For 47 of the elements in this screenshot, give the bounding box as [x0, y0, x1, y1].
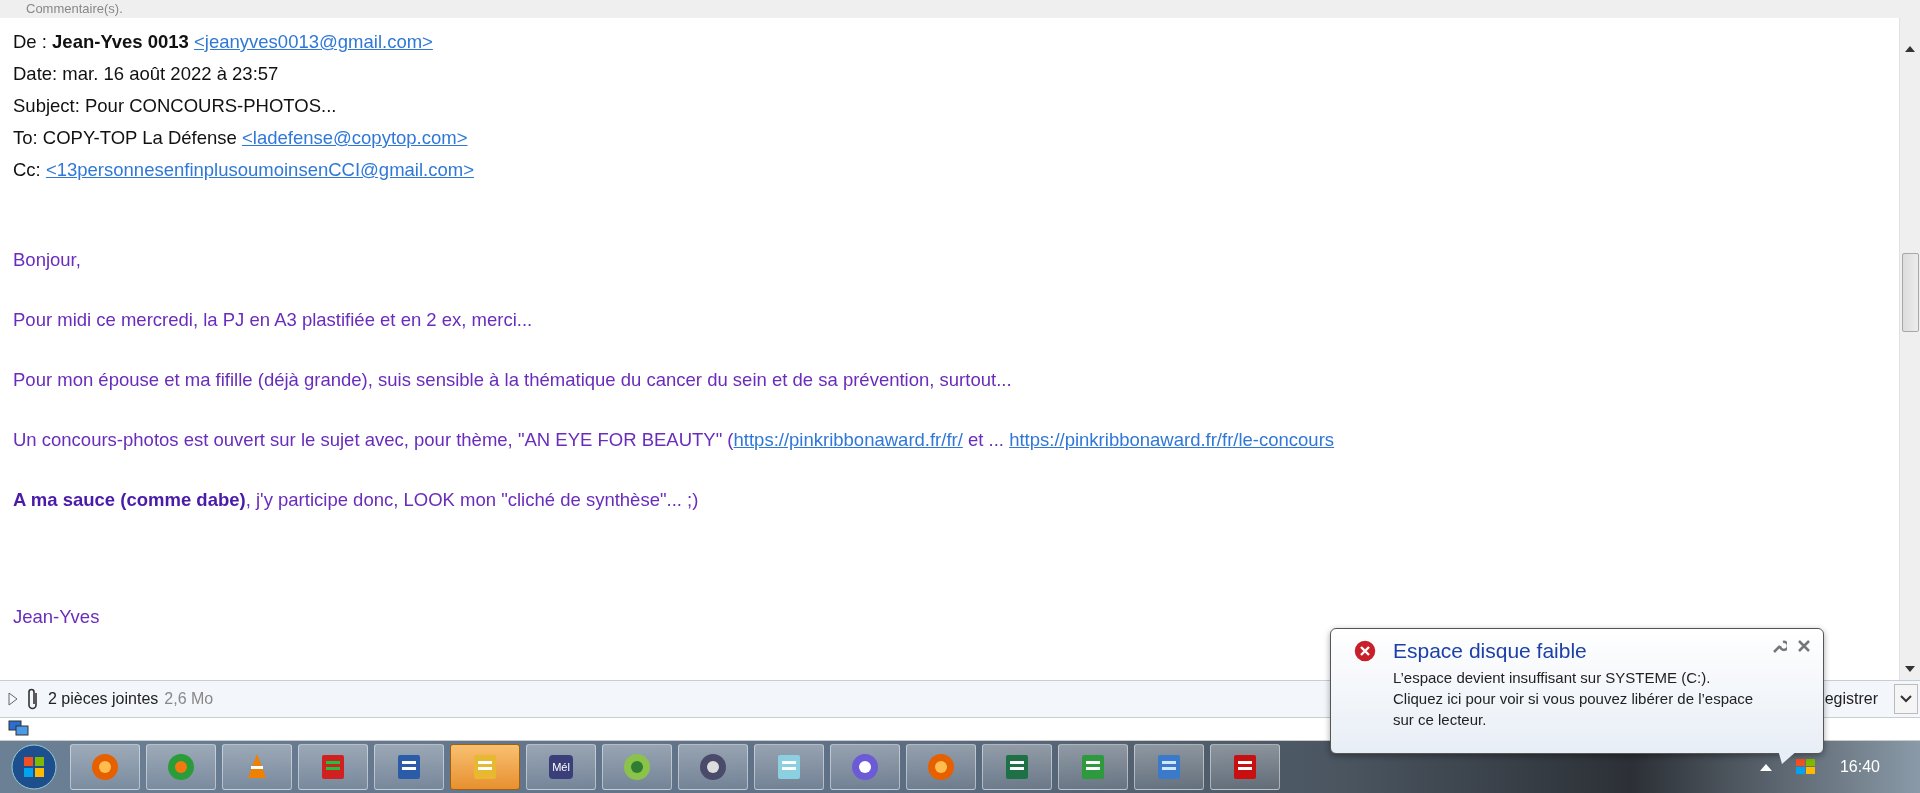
notification-text: Cliquez ici pour voir si vous pouvez libérer de l’espace [1393, 689, 1754, 709]
circle-app-icon [850, 752, 880, 782]
attachments-size: 2,6 Mo [164, 690, 214, 707]
paperclip-icon [26, 687, 40, 711]
email-link[interactable]: <jeanyves0013@gmail.com> [194, 31, 433, 52]
ring-app-icon [166, 752, 196, 782]
email-link[interactable]: https://pinkribbonaward.fr/fr/ [733, 429, 963, 450]
scroll-down-icon[interactable] [1905, 666, 1915, 672]
comments-label[interactable]: Commentaire(s). [12, 1, 123, 17]
notification-balloon[interactable]: Espace disque faible L’espace devient insuffisant sur SYSTEME (C:). Cliquez ici pour voir si vous pouvez libérer de l’espace sur ce lecteur. [1330, 628, 1824, 754]
network-computers-icon[interactable] [8, 720, 30, 738]
header-line: Subject: Pour CONCOURS-PHOTOS... [13, 94, 338, 118]
taskbar-app[interactable] [450, 744, 520, 790]
close-icon[interactable] [1797, 639, 1811, 653]
browser-icon [90, 752, 120, 782]
app-label: Mél [549, 755, 573, 779]
message-paragraph: Pour midi ce mercredi, la PJ en A3 plastifiée et en 2 ex, merci... [13, 308, 534, 332]
save-dropdown-button[interactable] [1894, 684, 1918, 714]
header-line: Cc: <13personnesenfinplusoumoinsenCCI@gmail.com> [13, 158, 475, 182]
balloon-tail [1778, 750, 1798, 764]
notification-text: L’espace devient insuffisant sur SYSTEME (C:). [1393, 668, 1712, 688]
message-paragraph: Jean-Yves [13, 605, 101, 629]
header-line: Date: mar. 16 août 2022 à 23:57 [13, 62, 280, 86]
tray-expand-icon[interactable] [1759, 763, 1772, 771]
email-link[interactable]: <ladefense@copytop.com> [242, 127, 468, 148]
notification-title: Espace disque faible [1393, 639, 1588, 663]
message-paragraph: Pour mon épouse et ma fifille (déjà grande), suis sensible à la thématique du cancer du sein et de sa prévention, surtout... [13, 368, 1013, 392]
scroll-thumb[interactable] [1902, 253, 1919, 332]
clock[interactable]: 16:40 [1839, 758, 1880, 776]
flag-icon[interactable] [1793, 757, 1818, 777]
disc-icon [698, 752, 728, 782]
taskbar-app[interactable]: Mél [526, 744, 596, 790]
email-link[interactable]: https://pinkribbonaward.fr/fr/le-concours [1009, 429, 1335, 450]
browser-icon [926, 752, 956, 782]
scrollbar[interactable] [1899, 18, 1920, 680]
error-icon [1353, 639, 1377, 663]
message-paragraph: Bonjour, [13, 248, 82, 272]
notification-text: sur ce lecteur. [1393, 710, 1488, 730]
expand-arrow-icon[interactable] [8, 692, 18, 706]
scroll-up-icon[interactable] [1905, 46, 1915, 52]
message-paragraph: Un concours-photos est ouvert sur le sujet avec, pour thème, "AN EYE FOR BEAUTY" (https://pinkribbonaward.fr/fr/ et ... https://pinkribbonaward.fr/fr/le-concours [13, 428, 1336, 452]
email-link[interactable]: <13personnesenfinplusoumoinsenCCI@gmail.com> [45, 159, 474, 180]
header-line: To: COPY-TOP La Défense <ladefense@copytop.com> [13, 126, 469, 150]
header-line: De : Jean-Yves 0013 <jeanyves0013@gmail.com> [13, 30, 434, 54]
message-paragraph: A ma sauce (comme dabe), j'y participe donc, LOOK mon "cliché de synthèse"... ;) [13, 488, 700, 512]
caret-icon [1900, 695, 1912, 703]
attachments-count[interactable]: 2 pièces jointes [48, 690, 159, 707]
